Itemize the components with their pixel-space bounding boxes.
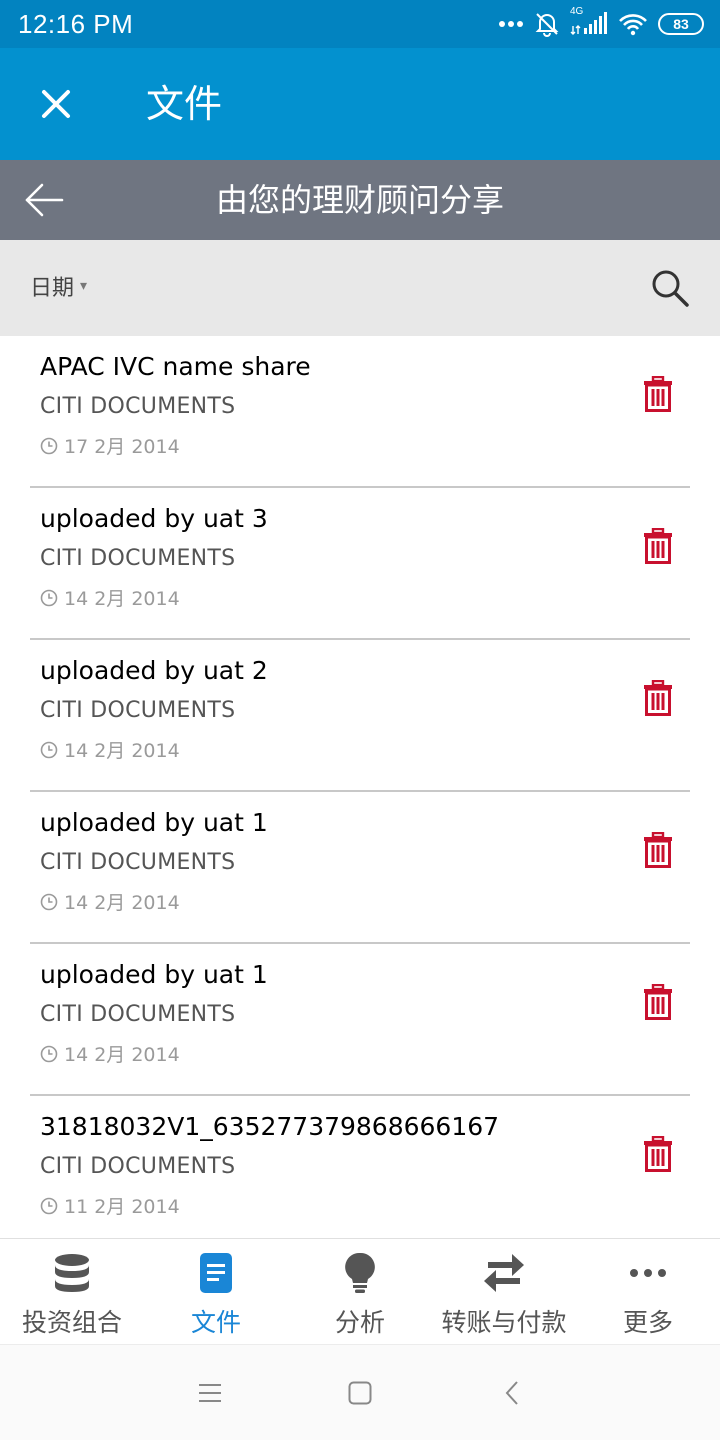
- delete-button[interactable]: [638, 1132, 678, 1176]
- home-square-icon: [348, 1381, 372, 1405]
- wifi-icon: [618, 12, 648, 36]
- delete-button[interactable]: [638, 524, 678, 568]
- document-category: CITI DOCUMENTS: [40, 1002, 236, 1027]
- trash-icon: [644, 1136, 672, 1172]
- document-title: 31818032V1_635277379868666167: [40, 1112, 500, 1141]
- nav-label: 转账与付款: [441, 1308, 567, 1337]
- sort-by-date-dropdown[interactable]: 日期 ▾: [30, 270, 87, 302]
- bottom-navigation: 投资组合 文件 分析 转账与付款 更多: [0, 1238, 720, 1344]
- close-icon: [42, 90, 70, 118]
- list-item[interactable]: uploaded by uat 1 CITI DOCUMENTS 14 2月 2…: [30, 944, 690, 1096]
- document-date: 17 2月 2014: [64, 436, 180, 458]
- clock-icon: [40, 589, 58, 606]
- list-item[interactable]: 31818032V1_635277379868666167 CITI DOCUM…: [30, 1096, 690, 1238]
- document-date-row: 11 2月 2014: [40, 1192, 180, 1219]
- close-button[interactable]: [22, 70, 90, 138]
- delete-button[interactable]: [638, 676, 678, 720]
- document-date-row: 14 2月 2014: [40, 1040, 180, 1067]
- document-title: uploaded by uat 1: [40, 960, 268, 989]
- nav-label: 更多: [622, 1308, 673, 1337]
- more-notifications-icon: [498, 19, 524, 29]
- document-title: uploaded by uat 1: [40, 808, 268, 837]
- document-category: CITI DOCUMENTS: [40, 1154, 236, 1179]
- lightbulb-icon: [344, 1251, 376, 1295]
- document-date: 11 2月 2014: [64, 1196, 180, 1218]
- document-category: CITI DOCUMENTS: [40, 546, 236, 571]
- status-icons: 4G 83: [498, 6, 704, 40]
- cellular-signal-icon: 4G: [570, 6, 608, 36]
- document-title: APAC IVC name share: [40, 352, 311, 381]
- trash-icon: [644, 528, 672, 564]
- alarm-muted-icon: [534, 11, 560, 37]
- document-date: 14 2月 2014: [64, 588, 180, 610]
- home-button[interactable]: [342, 1375, 378, 1411]
- document-date-row: 14 2月 2014: [40, 888, 180, 915]
- status-bar: 12:16 PM 4G 83: [0, 0, 720, 48]
- status-time: 12:16 PM: [18, 9, 134, 39]
- nav-label: 文件: [190, 1308, 241, 1337]
- trash-icon: [644, 832, 672, 868]
- nav-label: 投资组合: [21, 1308, 122, 1337]
- system-back-button[interactable]: [494, 1375, 530, 1411]
- caret-down-icon: ▾: [80, 278, 88, 294]
- trash-icon: [644, 984, 672, 1020]
- document-title: uploaded by uat 3: [40, 504, 268, 533]
- document-date-row: 17 2月 2014: [40, 432, 180, 459]
- document-category: CITI DOCUMENTS: [40, 394, 236, 419]
- system-navigation-bar: [0, 1344, 720, 1440]
- document-date-row: 14 2月 2014: [40, 736, 180, 763]
- more-dots-icon: [628, 1251, 668, 1295]
- document-list: APAC IVC name share CITI DOCUMENTS 17 2月…: [0, 336, 720, 1238]
- battery-indicator: 83: [658, 13, 704, 35]
- trash-icon: [644, 680, 672, 716]
- document-icon: [199, 1251, 233, 1295]
- document-date-row: 14 2月 2014: [40, 584, 180, 611]
- clock-icon: [40, 893, 58, 910]
- menu-lines-icon: [199, 1384, 221, 1402]
- nav-item-documents[interactable]: 文件: [144, 1239, 288, 1345]
- transfer-arrows-icon: [482, 1251, 526, 1295]
- document-title: uploaded by uat 2: [40, 656, 268, 685]
- list-item[interactable]: uploaded by uat 3 CITI DOCUMENTS 14 2月 2…: [30, 488, 690, 640]
- delete-button[interactable]: [638, 372, 678, 416]
- database-icon: [52, 1251, 92, 1295]
- search-button[interactable]: [644, 262, 696, 314]
- nav-item-transfers[interactable]: 转账与付款: [432, 1239, 576, 1345]
- nav-item-portfolio[interactable]: 投资组合: [0, 1239, 144, 1345]
- chevron-left-icon: [505, 1381, 518, 1405]
- document-category: CITI DOCUMENTS: [40, 698, 236, 723]
- network-type: 4G: [570, 6, 584, 17]
- clock-icon: [40, 1197, 58, 1214]
- filter-bar: 日期 ▾: [0, 240, 720, 336]
- app-bar: 文件: [0, 48, 720, 160]
- delete-button[interactable]: [638, 828, 678, 872]
- clock-icon: [40, 437, 58, 454]
- document-category: CITI DOCUMENTS: [40, 850, 236, 875]
- list-item[interactable]: uploaded by uat 2 CITI DOCUMENTS 14 2月 2…: [30, 640, 690, 792]
- nav-item-analysis[interactable]: 分析: [288, 1239, 432, 1345]
- delete-button[interactable]: [638, 980, 678, 1024]
- recent-apps-button[interactable]: [192, 1375, 228, 1411]
- nav-label: 分析: [334, 1308, 385, 1337]
- clock-icon: [40, 1045, 58, 1062]
- search-icon: [652, 270, 689, 307]
- section-title: 由您的理财顾问分享: [215, 181, 504, 219]
- document-date: 14 2月 2014: [64, 740, 180, 762]
- sort-label: 日期: [30, 276, 75, 301]
- page-title: 文件: [146, 82, 223, 126]
- document-date: 14 2月 2014: [64, 1044, 180, 1066]
- list-item[interactable]: uploaded by uat 1 CITI DOCUMENTS 14 2月 2…: [30, 792, 690, 944]
- document-date: 14 2月 2014: [64, 892, 180, 914]
- nav-item-more[interactable]: 更多: [576, 1239, 720, 1345]
- trash-icon: [644, 376, 672, 412]
- sub-header: 由您的理财顾问分享: [0, 160, 720, 240]
- list-item[interactable]: APAC IVC name share CITI DOCUMENTS 17 2月…: [30, 336, 690, 488]
- clock-icon: [40, 741, 58, 758]
